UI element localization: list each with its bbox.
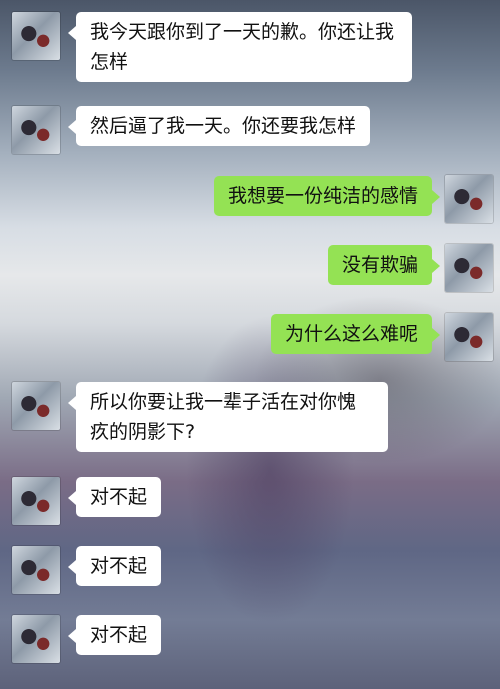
message-bubble-outgoing[interactable]: 没有欺骗 <box>327 245 441 285</box>
message-bubble-incoming[interactable]: 所以你要让我一辈子活在对你愧疚的阴影下? <box>68 382 388 452</box>
message-text: 没有欺骗 <box>341 254 418 276</box>
message-bubble-incoming[interactable]: 对不起 <box>67 615 162 655</box>
my-avatar[interactable] <box>445 175 493 223</box>
message-text: 对不起 <box>90 486 148 508</box>
message-bubble-outgoing[interactable]: 为什么这么难呢 <box>270 314 441 354</box>
contact-avatar[interactable] <box>12 106 60 154</box>
message-bubble-incoming[interactable]: 对不起 <box>67 477 162 517</box>
my-avatar[interactable] <box>445 244 493 292</box>
message-bubble-incoming[interactable]: 我今天跟你到了一天的歉。你还让我怎样 <box>68 12 412 82</box>
message-text: 然后逼了我一天。你还要我怎样 <box>90 115 357 137</box>
message-text: 我想要一份纯洁的感情 <box>227 185 418 207</box>
my-avatar[interactable] <box>445 313 493 361</box>
message-text: 为什么这么难呢 <box>284 323 418 345</box>
message-bubble-incoming[interactable]: 然后逼了我一天。你还要我怎样 <box>67 106 371 146</box>
contact-avatar[interactable] <box>12 615 60 663</box>
message-text: 对不起 <box>90 555 148 577</box>
message-bubble-incoming[interactable]: 对不起 <box>67 546 162 586</box>
contact-avatar[interactable] <box>12 546 60 594</box>
message-bubble-outgoing[interactable]: 我想要一份纯洁的感情 <box>213 176 441 216</box>
contact-avatar[interactable] <box>12 12 60 60</box>
message-text: 我今天跟你到了一天的歉。你还让我怎样 <box>90 21 395 73</box>
contact-avatar[interactable] <box>12 477 60 525</box>
message-text: 对不起 <box>90 624 148 646</box>
contact-avatar[interactable] <box>12 382 60 430</box>
message-text: 所以你要让我一辈子活在对你愧疚的阴影下? <box>90 391 357 443</box>
